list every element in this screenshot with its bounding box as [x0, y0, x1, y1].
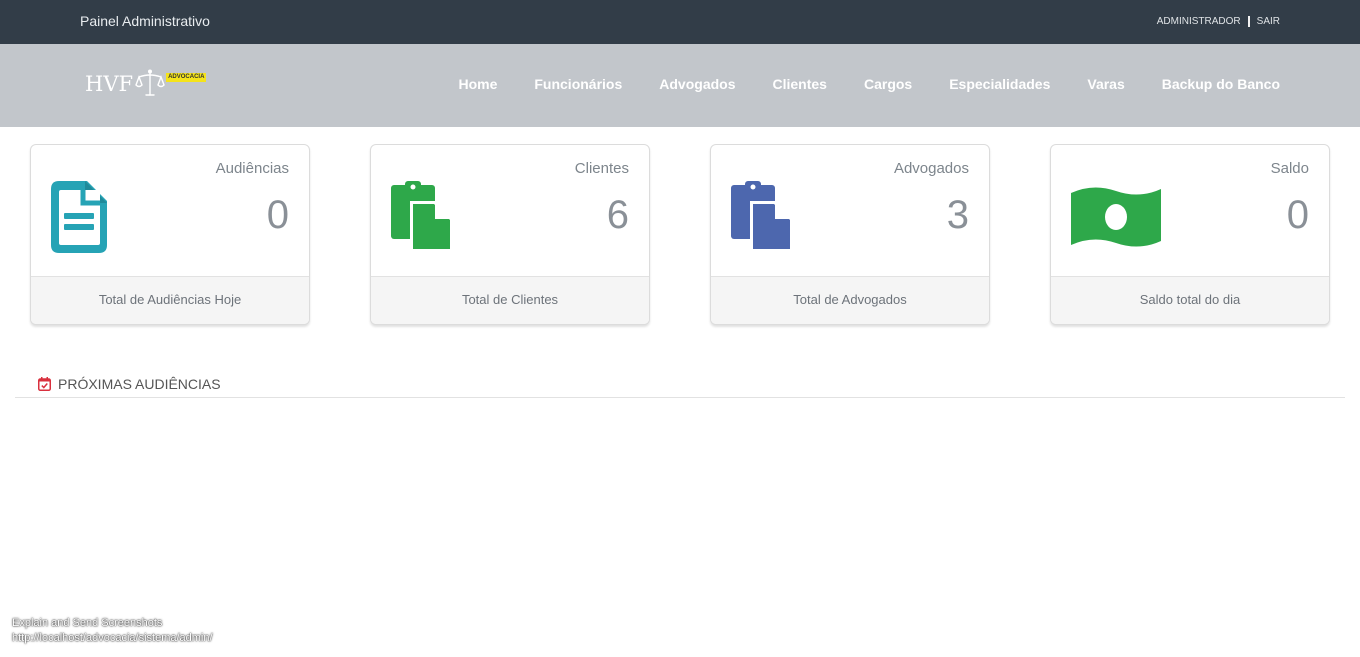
nav-varas[interactable]: Varas — [1087, 76, 1124, 92]
user-links: ADMINISTRADOR SAIR — [1157, 16, 1280, 27]
card-clientes[interactable]: Clientes 6 Total de Clientes — [370, 144, 650, 325]
url-text: http://localhost/advocacia/sistema/admin… — [12, 632, 213, 644]
calendar-check-icon — [38, 377, 51, 391]
document-icon — [51, 181, 107, 258]
card-label: Advogados — [893, 160, 969, 177]
card-label: Clientes — [574, 160, 629, 177]
copy-icon — [731, 181, 795, 258]
card-footer: Total de Audiências Hoje — [31, 276, 309, 324]
card-advogados[interactable]: Advogados 3 Total de Advogados — [710, 144, 990, 325]
nav-clientes[interactable]: Clientes — [773, 76, 827, 92]
card-footer: Total de Advogados — [711, 276, 989, 324]
upcoming-hearings-heading: PRÓXIMAS AUDIÊNCIAS — [38, 376, 221, 392]
card-label: Saldo — [1270, 160, 1309, 177]
screenshot-tool-text: Explain and Send Screenshots — [12, 617, 163, 629]
scales-icon — [135, 69, 165, 96]
money-icon — [1071, 185, 1161, 254]
section-title-text: PRÓXIMAS AUDIÊNCIAS — [58, 376, 221, 392]
card-footer: Total de Clientes — [371, 276, 649, 324]
nav-cargos[interactable]: Cargos — [864, 76, 912, 92]
section-divider — [15, 397, 1345, 398]
top-bar: Painel Administrativo ADMINISTRADOR SAIR — [0, 0, 1360, 44]
card-value: 0 — [266, 193, 289, 237]
separator — [1247, 16, 1250, 27]
nav-especialidades[interactable]: Especialidades — [949, 76, 1050, 92]
card-saldo[interactable]: Saldo 0 Saldo total do dia — [1050, 144, 1330, 325]
card-footer: Saldo total do dia — [1051, 276, 1329, 324]
card-label: Audiências — [215, 160, 289, 177]
nav-menu: Home Funcionários Advogados Clientes Car… — [421, 76, 1280, 92]
nav-backup[interactable]: Backup do Banco — [1162, 76, 1280, 92]
card-value: 3 — [946, 193, 969, 237]
logo-badge: ADVOCACIA — [166, 73, 207, 82]
logo-text: HVF — [85, 72, 134, 96]
copy-icon — [391, 181, 455, 258]
card-value: 6 — [606, 193, 629, 237]
panel-title: Painel Administrativo — [80, 13, 210, 29]
nav-home[interactable]: Home — [458, 76, 497, 92]
administrator-link[interactable]: ADMINISTRADOR — [1157, 16, 1241, 27]
nav-advogados[interactable]: Advogados — [659, 76, 735, 92]
nav-funcionarios[interactable]: Funcionários — [534, 76, 622, 92]
main-navbar: HVF ADVOCACIA Home Funcionários Advogado… — [0, 44, 1360, 127]
logout-link[interactable]: SAIR — [1257, 16, 1280, 27]
card-value: 0 — [1286, 193, 1309, 237]
logo[interactable]: HVF ADVOCACIA — [85, 68, 207, 104]
card-audiencias[interactable]: Audiências 0 Total de Audiências Hoje — [30, 144, 310, 325]
